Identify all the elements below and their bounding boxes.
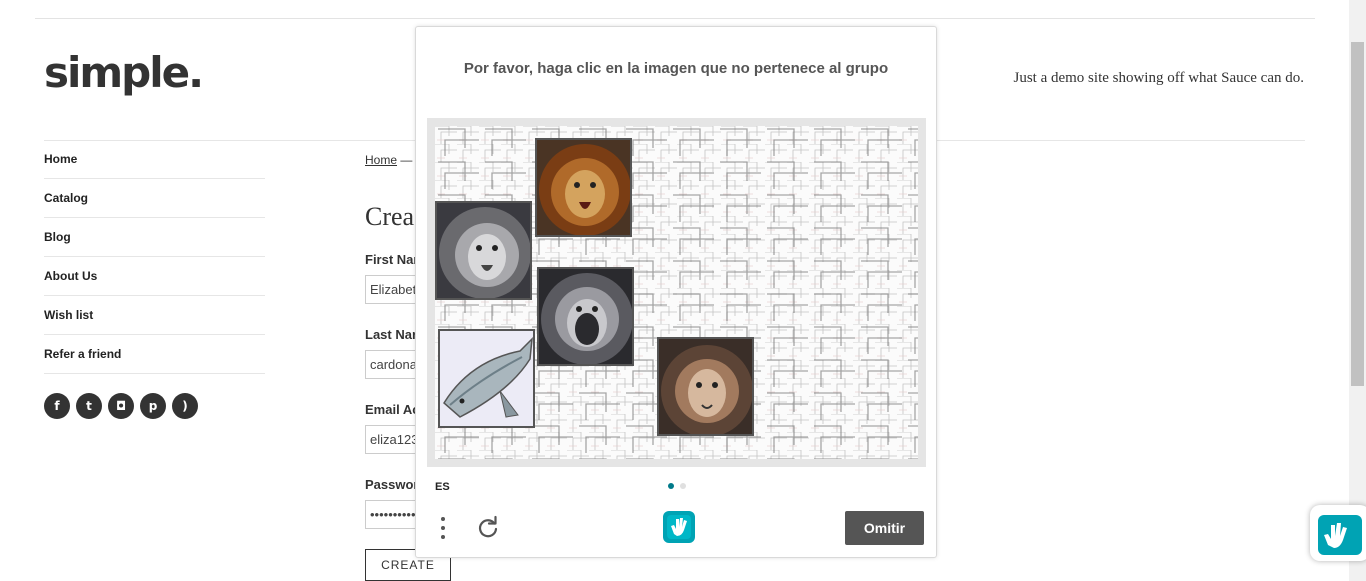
sidebar-item-refer-a-friend[interactable]: Refer a friend [44, 335, 265, 374]
captcha-image-frame [427, 118, 926, 467]
captcha-prompt: Por favor, haga clic en la imagen que no… [463, 60, 889, 77]
captcha-dialog: Por favor, haga clic en la imagen que no… [415, 26, 937, 558]
captcha-tile-lion-4[interactable] [657, 337, 754, 436]
rss-icon[interactable]: ) [172, 393, 198, 419]
captcha-tile-lion-3[interactable] [537, 267, 634, 366]
refresh-icon[interactable] [476, 515, 500, 539]
captcha-tile-fish[interactable] [438, 329, 535, 428]
page-dot-2 [680, 483, 686, 489]
captcha-tile-lion-1[interactable] [535, 138, 632, 237]
captcha-tile-lion-2[interactable] [435, 201, 532, 300]
pinterest-icon[interactable]: p [140, 393, 166, 419]
twitter-icon[interactable]: t [76, 393, 102, 419]
sidebar-item-blog[interactable]: Blog [44, 218, 265, 257]
skip-button[interactable]: Omitir [845, 511, 924, 545]
page-indicator [668, 483, 686, 489]
sidebar-item-catalog[interactable]: Catalog [44, 179, 265, 218]
more-options-icon[interactable] [437, 514, 449, 542]
facebook-icon[interactable]: f [44, 393, 70, 419]
breadcrumb-separator: — [397, 153, 413, 167]
first-name-label: First Nar [365, 252, 419, 267]
captcha-image [435, 126, 918, 459]
social-links: f t ◘ p ) [44, 393, 198, 419]
page-scrollbar[interactable] [1349, 0, 1366, 581]
sidebar-item-about-us[interactable]: About Us [44, 257, 265, 296]
breadcrumb-home-link[interactable]: Home [365, 153, 397, 167]
hcaptcha-logo-icon[interactable] [662, 510, 696, 544]
sidebar-item-wish-list[interactable]: Wish list [44, 296, 265, 335]
instagram-icon[interactable]: ◘ [108, 393, 134, 419]
page-title: Crea [365, 202, 415, 231]
language-selector[interactable]: ES [435, 481, 450, 493]
last-name-label: Last Nar [365, 327, 418, 342]
page-dot-1 [668, 483, 674, 489]
password-label: Passwor [365, 477, 419, 492]
top-divider [35, 18, 1315, 19]
email-label: Email Ac [365, 402, 420, 417]
site-tagline: Just a demo site showing off what Sauce … [1013, 70, 1304, 86]
hcaptcha-badge-icon[interactable] [1310, 505, 1366, 561]
scrollbar-thumb[interactable] [1351, 42, 1364, 386]
sidebar-nav: Home Catalog Blog About Us Wish list Ref… [44, 140, 265, 374]
sidebar-item-home[interactable]: Home [44, 140, 265, 179]
site-logo[interactable]: simple. [44, 48, 204, 97]
breadcrumb: Home — [365, 153, 412, 167]
